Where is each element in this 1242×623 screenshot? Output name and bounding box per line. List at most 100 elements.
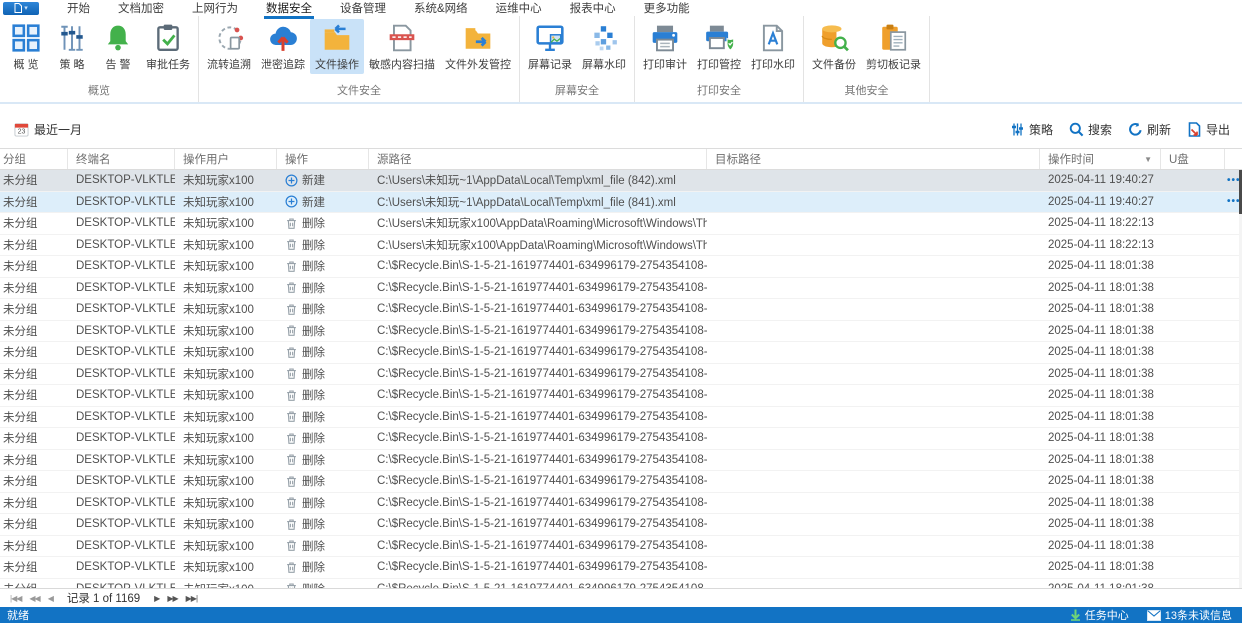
ribbon-item-print-watermark[interactable]: 打印水印 xyxy=(746,19,800,74)
operation-label: 删除 xyxy=(302,261,325,274)
last-page-button[interactable]: ▶▶| xyxy=(182,594,201,603)
ribbon-item-label: 屏幕记录 xyxy=(528,59,572,71)
table-row[interactable]: 未分组 DESKTOP-VLKTLE1 未知玩家x100 删除 C:\Users… xyxy=(0,213,1242,235)
cell-terminal: DESKTOP-VLKTLE1 xyxy=(68,579,175,588)
operation-label: 删除 xyxy=(302,368,325,381)
ribbon-item-label: 剪切板记录 xyxy=(866,59,921,71)
policy-button[interactable]: 策略 xyxy=(1010,121,1053,138)
menu-bar: ▾ 开始 文档加密 上网行为 数据安全 设备管理 系统&网络 运维中心 报表中心… xyxy=(0,0,1242,19)
column-header-usb[interactable]: U盘 xyxy=(1161,149,1225,169)
cell-user: 未知玩家x100 xyxy=(183,261,254,274)
cell-time: 2025-04-11 19:40:27 xyxy=(1048,195,1154,208)
column-header-user[interactable]: 操作用户 xyxy=(175,149,277,169)
operation-label: 删除 xyxy=(302,540,325,553)
column-header-time[interactable]: 操作时间 ▼ xyxy=(1040,149,1161,169)
refresh-button[interactable]: 刷新 xyxy=(1128,121,1171,138)
menu-item-doc-encrypt[interactable]: 文档加密 xyxy=(104,0,178,18)
cell-operation: 删除 xyxy=(277,407,369,428)
table-row[interactable]: 未分组 DESKTOP-VLKTLE1 未知玩家x100 删除 C:\$Recy… xyxy=(0,320,1242,342)
table-row[interactable]: 未分组 DESKTOP-VLKTLE1 未知玩家x100 删除 C:\$Recy… xyxy=(0,363,1242,385)
menu-item-web-behavior[interactable]: 上网行为 xyxy=(178,0,252,18)
table-row[interactable]: 未分组 DESKTOP-VLKTLE1 未知玩家x100 删除 C:\$Recy… xyxy=(0,449,1242,471)
cell-user: 未知玩家x100 xyxy=(183,304,254,317)
export-button[interactable]: 导出 xyxy=(1187,121,1230,138)
table-row[interactable]: 未分组 DESKTOP-VLKTLE1 未知玩家x100 删除 C:\$Recy… xyxy=(0,492,1242,514)
table-row[interactable]: 未分组 DESKTOP-VLKTLE1 未知玩家x100 删除 C:\$Recy… xyxy=(0,385,1242,407)
menu-item-device-mgmt[interactable]: 设备管理 xyxy=(326,0,400,18)
delete-icon xyxy=(287,239,296,251)
ribbon-item-flow-trace[interactable]: 流转追溯 xyxy=(202,19,256,74)
ribbon-item-alert[interactable]: 告 警 xyxy=(95,19,141,74)
cell-usb xyxy=(1161,235,1225,256)
ribbon-group-label: 其他安全 xyxy=(844,85,889,97)
ribbon-item-file-operations[interactable]: 文件操作 xyxy=(310,19,364,74)
table-row[interactable]: 未分组 DESKTOP-VLKTLE1 未知玩家x100 删除 C:\$Recy… xyxy=(0,535,1242,557)
first-page-button[interactable]: |◀◀ xyxy=(6,594,25,603)
table-row[interactable]: 未分组 DESKTOP-VLKTLE1 未知玩家x100 删除 C:\Users… xyxy=(0,234,1242,256)
fast-next-button[interactable]: ▶▶ xyxy=(163,594,181,603)
table-row[interactable]: 未分组 DESKTOP-VLKTLE1 未知玩家x100 删除 C:\$Recy… xyxy=(0,428,1242,450)
ribbon-item-label: 泄密追踪 xyxy=(261,59,305,71)
table-row[interactable]: 未分组 DESKTOP-VLKTLE1 未知玩家x100 删除 C:\$Recy… xyxy=(0,471,1242,493)
cell-group: 未分组 xyxy=(3,497,38,510)
refresh-label: 刷新 xyxy=(1146,122,1171,137)
ribbon-item-screen-record[interactable]: 屏幕记录 xyxy=(523,19,577,74)
menu-item-system-network[interactable]: 系统&网络 xyxy=(400,0,482,18)
ribbon-item-policy[interactable]: 策 略 xyxy=(49,19,95,74)
search-button[interactable]: 搜索 xyxy=(1069,121,1112,138)
ribbon-item-print-audit[interactable]: 打印审计 xyxy=(638,19,692,74)
ribbon-item-file-backup[interactable]: 文件备份 xyxy=(807,19,861,74)
ribbon-item-file-outgoing-control[interactable]: 文件外发管控 xyxy=(440,19,516,74)
sort-arrow-icon[interactable]: ▼ xyxy=(1144,155,1152,164)
cell-source-path: C:\$Recycle.Bin\S-1-5-21-1619774401-6349… xyxy=(377,410,707,423)
column-header-terminal[interactable]: 终端名 xyxy=(68,149,175,169)
cell-target-path xyxy=(707,450,1040,471)
operation-label: 删除 xyxy=(302,433,325,446)
cell-operation: 删除 xyxy=(277,536,369,557)
ribbon-item-sensitive-scan[interactable]: 敏感内容扫描 xyxy=(364,19,440,74)
ribbon-item-approval-tasks[interactable]: 审批任务 xyxy=(141,19,195,74)
unread-messages-button[interactable]: 13条未读信息 xyxy=(1146,607,1232,623)
app-menu-button[interactable]: ▾ xyxy=(3,1,39,15)
date-range-filter[interactable]: 23 最近一月 xyxy=(14,121,82,138)
ribbon-item-label: 文件外发管控 xyxy=(445,59,511,71)
cell-operation: 删除 xyxy=(277,213,369,234)
table-row[interactable]: 未分组 DESKTOP-VLKTLE1 未知玩家x100 删除 C:\$Recy… xyxy=(0,256,1242,278)
table-row[interactable]: 未分组 DESKTOP-VLKTLE1 未知玩家x100 新建 C:\Users… xyxy=(0,170,1242,192)
table-row[interactable]: 未分组 DESKTOP-VLKTLE1 未知玩家x100 新建 C:\Users… xyxy=(0,191,1242,213)
ribbon-item-screen-watermark[interactable]: 屏幕水印 xyxy=(577,19,631,74)
delete-icon xyxy=(287,325,296,337)
column-header-group[interactable]: 分组 xyxy=(0,149,68,169)
table-row[interactable]: 未分组 DESKTOP-VLKTLE1 未知玩家x100 删除 C:\$Recy… xyxy=(0,514,1242,536)
column-header-operation[interactable]: 操作 xyxy=(277,149,369,169)
menu-item-start[interactable]: 开始 xyxy=(53,0,104,18)
cell-user: 未知玩家x100 xyxy=(183,390,254,403)
ribbon-item-overview[interactable]: 概 览 xyxy=(3,19,49,74)
task-center-button[interactable]: 任务中心 xyxy=(1070,607,1129,623)
cell-terminal: DESKTOP-VLKTLE1 xyxy=(76,174,175,187)
cell-terminal: DESKTOP-VLKTLE1 xyxy=(76,260,175,273)
cell-group: 未分组 xyxy=(0,579,68,588)
column-header-source-path[interactable]: 源路径 xyxy=(369,149,707,169)
ribbon-item-leak-trace[interactable]: 泄密追踪 xyxy=(256,19,310,74)
menu-item-ops-center[interactable]: 运维中心 xyxy=(482,0,556,18)
cell-user: 未知玩家x100 xyxy=(183,175,254,188)
table-row[interactable]: 未分组 DESKTOP-VLKTLE1 未知玩家x100 删除 C:\$Recy… xyxy=(0,277,1242,299)
cell-user: 未知玩家x100 xyxy=(183,282,254,295)
table-row[interactable]: 未分组 DESKTOP-VLKTLE1 未知玩家x100 删除 C:\$Recy… xyxy=(0,406,1242,428)
ribbon-item-print-control[interactable]: 打印管控 xyxy=(692,19,746,74)
table-row[interactable]: 未分组 DESKTOP-VLKTLE1 未知玩家x100 删除 C:\$Recy… xyxy=(0,299,1242,321)
table-row[interactable]: 未分组 DESKTOP-VLKTLE1 未知玩家x100 删除 C:\$Recy… xyxy=(0,557,1242,579)
cell-target-path xyxy=(707,407,1040,428)
download-arrow-icon xyxy=(1070,609,1080,621)
table-row[interactable]: 未分组 DESKTOP-VLKTLE1 未知玩家x100 删除 C:\$Recy… xyxy=(0,578,1242,588)
menu-item-data-security[interactable]: 数据安全 xyxy=(252,0,326,19)
menu-item-report-center[interactable]: 报表中心 xyxy=(556,0,630,18)
column-header-target-path[interactable]: 目标路径 xyxy=(707,149,1040,169)
next-page-button[interactable]: ▶ xyxy=(150,594,163,603)
menu-item-more-features[interactable]: 更多功能 xyxy=(630,0,704,18)
ribbon-item-clipboard-record[interactable]: 剪切板记录 xyxy=(861,19,926,74)
prev-page-button[interactable]: ◀ xyxy=(44,594,57,603)
table-row[interactable]: 未分组 DESKTOP-VLKTLE1 未知玩家x100 删除 C:\$Recy… xyxy=(0,342,1242,364)
fast-prev-button[interactable]: ◀◀ xyxy=(25,594,43,603)
